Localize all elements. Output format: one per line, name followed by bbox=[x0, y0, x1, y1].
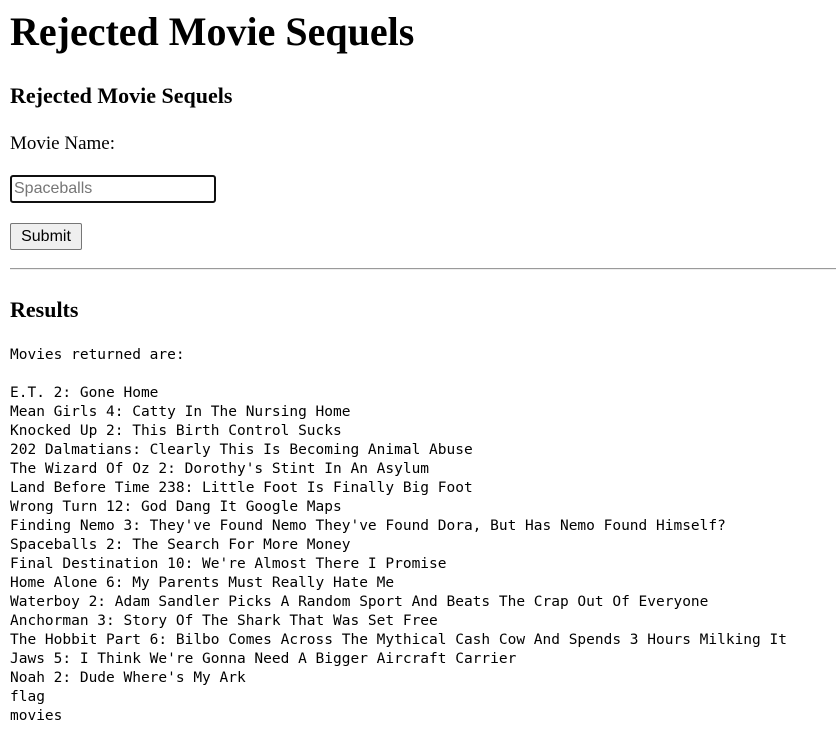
results-title: Results bbox=[10, 297, 79, 322]
list-item: Spaceballs 2: The Search For More Money bbox=[10, 537, 351, 553]
list-item: Anchorman 3: Story Of The Shark That Was… bbox=[10, 613, 438, 629]
list-item: Jaws 5: I Think We're Gonna Need A Bigge… bbox=[10, 651, 517, 667]
list-item: Knocked Up 2: This Birth Control Sucks bbox=[10, 423, 342, 439]
list-item: The Wizard Of Oz 2: Dorothy's Stint In A… bbox=[10, 461, 430, 477]
list-item: The Hobbit Part 6: Bilbo Comes Across Th… bbox=[10, 632, 787, 648]
list-item: Home Alone 6: My Parents Must Really Hat… bbox=[10, 575, 395, 591]
list-item: E.T. 2: Gone Home bbox=[10, 385, 159, 401]
list-item: Land Before Time 238: Little Foot Is Fin… bbox=[10, 480, 473, 496]
list-item: Wrong Turn 12: God Dang It Google Maps bbox=[10, 499, 342, 515]
list-item: Waterboy 2: Adam Sandler Picks A Random … bbox=[10, 594, 709, 610]
results-intro: Movies returned are: bbox=[10, 347, 185, 363]
divider bbox=[10, 268, 836, 270]
movie-list: E.T. 2: Gone Home Mean Girls 4: Catty In … bbox=[10, 384, 787, 726]
list-item: Noah 2: Dude Where's My Ark bbox=[10, 670, 246, 686]
form-title: Rejected Movie Sequels bbox=[10, 83, 233, 108]
movie-name-input[interactable] bbox=[10, 175, 216, 203]
list-item: flag bbox=[10, 689, 45, 705]
list-item: movies bbox=[10, 708, 63, 724]
movie-name-label: Movie Name: bbox=[10, 133, 116, 154]
list-item: Final Destination 10: We're Almost There… bbox=[10, 556, 447, 572]
submit-button[interactable]: Submit bbox=[10, 223, 82, 250]
page-title: Rejected Movie Sequels bbox=[10, 9, 415, 54]
list-item: 202 Dalmatians: Clearly This Is Becoming… bbox=[10, 442, 473, 458]
list-item: Mean Girls 4: Catty In The Nursing Home bbox=[10, 404, 351, 420]
list-item: Finding Nemo 3: They've Found Nemo They'… bbox=[10, 518, 726, 534]
